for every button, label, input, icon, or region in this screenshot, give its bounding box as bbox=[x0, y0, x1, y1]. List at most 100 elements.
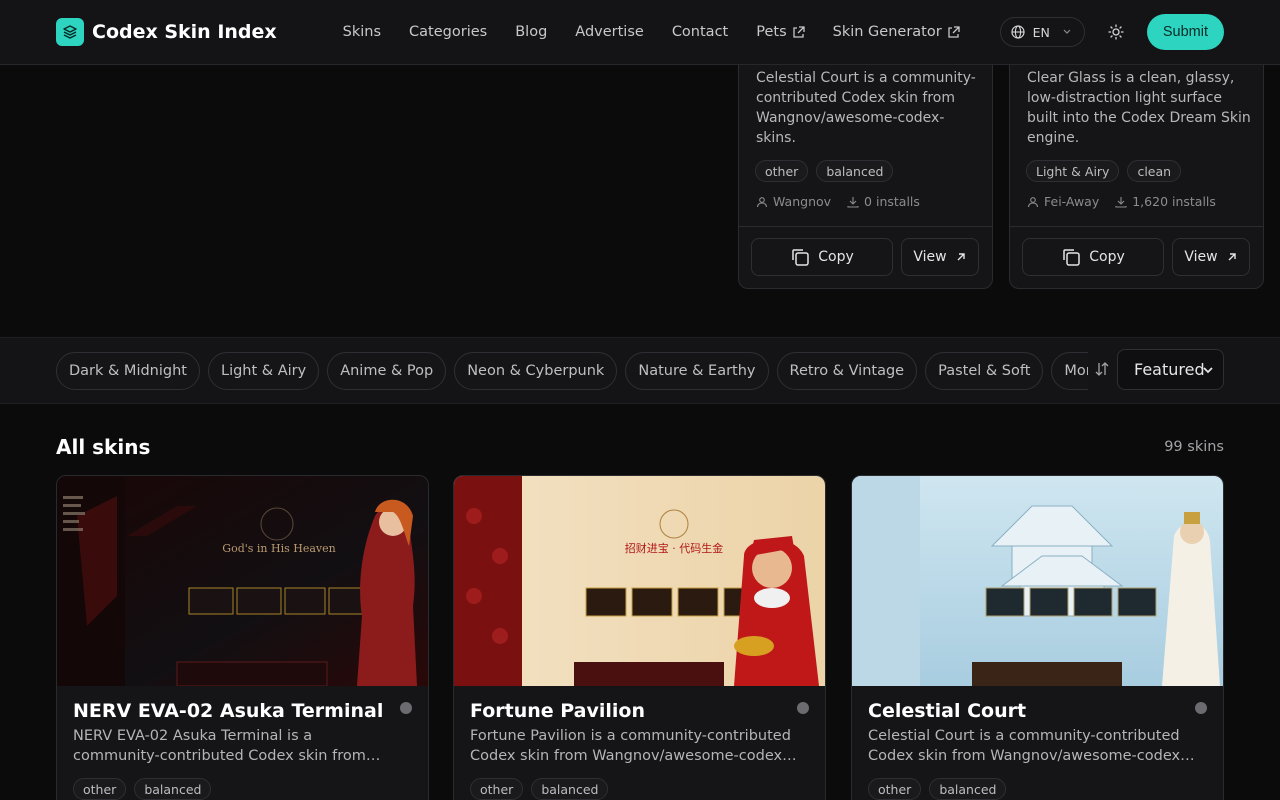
nav-label: Contact bbox=[671, 24, 729, 40]
tag-list: other balanced bbox=[73, 778, 212, 800]
filter-bar: Dark & Midnight Light & Airy Anime & Pop… bbox=[0, 337, 1280, 404]
arrow-up-right-icon bbox=[1228, 253, 1236, 261]
featured-card[interactable]: Celestial Court is a community-contribut… bbox=[738, 40, 993, 289]
view-button[interactable]: View bbox=[901, 238, 979, 276]
category-chip[interactable]: Light & Airy bbox=[207, 352, 320, 390]
category-chip[interactable]: Pastel & Soft bbox=[925, 352, 1044, 390]
tag[interactable]: balanced bbox=[929, 778, 1007, 800]
brand-logo[interactable]: Codex Skin Index bbox=[56, 18, 277, 46]
category-chip[interactable]: Neon & Cyberpunk bbox=[454, 352, 618, 390]
nav-label: Advertise bbox=[575, 24, 644, 40]
copy-icon bbox=[1063, 249, 1080, 266]
tag-list: other balanced bbox=[470, 778, 609, 800]
category-chip[interactable]: Retro & Vintage bbox=[776, 352, 918, 390]
submit-button[interactable]: Submit bbox=[1146, 14, 1224, 50]
tag[interactable]: other bbox=[470, 778, 524, 800]
sort-icon[interactable] bbox=[1094, 361, 1110, 377]
tag[interactable]: other bbox=[755, 160, 809, 182]
install-count: 0 installs bbox=[864, 194, 920, 209]
card-description: Celestial Court is a community-contribut… bbox=[756, 70, 976, 146]
tag-list: Light & Airy clean bbox=[1026, 160, 1182, 182]
skin-description: Celestial Court is a community-contribut… bbox=[868, 728, 1186, 764]
status-dot bbox=[797, 702, 809, 714]
nav-skin-generator[interactable]: Skin Generator bbox=[833, 24, 960, 40]
arrow-up-right-icon bbox=[957, 253, 965, 261]
copy-label: Copy bbox=[818, 249, 854, 265]
category-chip[interactable]: Dark & Midnight bbox=[56, 352, 200, 390]
copy-button[interactable]: Copy bbox=[1022, 238, 1164, 276]
category-chip[interactable]: Mono & Minimal bbox=[1051, 352, 1088, 390]
tag[interactable]: clean bbox=[1127, 160, 1182, 182]
card-meta: Fei-Away 1,620 installs bbox=[1027, 194, 1216, 209]
sort-value: Featured bbox=[1134, 360, 1205, 379]
nav-label: Skins bbox=[342, 24, 382, 40]
tag-list: other balanced bbox=[755, 160, 894, 182]
skin-title[interactable]: Celestial Court bbox=[868, 700, 1026, 722]
main-nav: Skins Categories Blog Advertise Contact … bbox=[343, 24, 960, 40]
site-header: Codex Skin Index Skins Categories Blog A… bbox=[0, 0, 1280, 65]
brand-name: Codex Skin Index bbox=[92, 21, 277, 43]
status-dot bbox=[400, 702, 412, 714]
copy-label: Copy bbox=[1089, 249, 1125, 265]
tag-list: other balanced bbox=[868, 778, 1007, 800]
author: Fei-Away bbox=[1044, 194, 1100, 209]
copy-icon bbox=[792, 249, 809, 266]
category-chips: Dark & Midnight Light & Airy Anime & Pop… bbox=[56, 352, 1088, 392]
view-button[interactable]: View bbox=[1172, 238, 1250, 276]
external-link-icon bbox=[792, 25, 805, 38]
language-select[interactable]: EN bbox=[999, 17, 1085, 47]
sort-select[interactable]: Featured bbox=[1117, 349, 1224, 390]
nav-blog[interactable]: Blog bbox=[515, 24, 547, 40]
tag[interactable]: Light & Airy bbox=[1026, 160, 1120, 182]
nav-label: Categories bbox=[409, 24, 488, 40]
view-label: View bbox=[1184, 249, 1218, 265]
skin-card[interactable]: God's in His Heaven NERV EVA-02 Asuka Te… bbox=[56, 475, 429, 800]
tag[interactable]: balanced bbox=[531, 778, 609, 800]
chevron-down-icon bbox=[1063, 29, 1071, 34]
nav-categories[interactable]: Categories bbox=[409, 24, 487, 40]
skin-preview-image: 招财进宝 · 代码生金 bbox=[454, 476, 825, 686]
nav-skins[interactable]: Skins bbox=[343, 24, 381, 40]
tag[interactable]: other bbox=[868, 778, 922, 800]
user-icon bbox=[1027, 196, 1039, 207]
view-label: View bbox=[913, 249, 947, 265]
skin-description: NERV EVA-02 Asuka Terminal is a communit… bbox=[73, 728, 366, 764]
tag[interactable]: balanced bbox=[134, 778, 212, 800]
skin-preview-image: God's in His Heaven bbox=[57, 476, 428, 686]
nav-contact[interactable]: Contact bbox=[672, 24, 728, 40]
featured-card[interactable]: Clear Glass is a clean, glassy, low-dist… bbox=[1009, 40, 1264, 289]
card-description: Clear Glass is a clean, glassy, low-dist… bbox=[1027, 70, 1251, 146]
skin-preview-image bbox=[852, 476, 1223, 686]
sun-icon bbox=[1108, 24, 1124, 40]
skin-count: 99 skins bbox=[1164, 439, 1224, 455]
divider bbox=[1010, 226, 1263, 227]
nav-pets[interactable]: Pets bbox=[756, 24, 805, 40]
preview-heading: God's in His Heaven bbox=[222, 542, 335, 555]
copy-button[interactable]: Copy bbox=[751, 238, 893, 276]
globe-icon bbox=[1011, 25, 1025, 39]
install-count: 1,620 installs bbox=[1132, 194, 1216, 209]
nav-label: Blog bbox=[515, 24, 548, 40]
author: Wangnov bbox=[773, 194, 832, 209]
skin-title[interactable]: Fortune Pavilion bbox=[470, 700, 645, 722]
divider bbox=[739, 226, 992, 227]
preview-heading: 招财进宝 · 代码生金 bbox=[625, 541, 724, 555]
section-title: All skins bbox=[56, 435, 151, 459]
chevron-down-icon bbox=[1203, 367, 1213, 374]
category-chip[interactable]: Anime & Pop bbox=[327, 352, 447, 390]
card-meta: Wangnov 0 installs bbox=[756, 194, 920, 209]
skin-description: Fortune Pavilion is a community-contribu… bbox=[470, 728, 791, 764]
download-icon bbox=[847, 196, 859, 208]
nav-label: Pets bbox=[756, 24, 787, 40]
layers-icon bbox=[56, 18, 84, 46]
theme-toggle[interactable] bbox=[1101, 17, 1131, 47]
tag[interactable]: other bbox=[73, 778, 127, 800]
skin-title[interactable]: NERV EVA-02 Asuka Terminal bbox=[73, 700, 383, 722]
skin-card[interactable]: 招财进宝 · 代码生金 Fortune Pavilion Fortune Pav… bbox=[453, 475, 826, 800]
user-icon bbox=[756, 196, 768, 207]
skin-card[interactable]: Celestial Court Celestial Court is a com… bbox=[851, 475, 1224, 800]
nav-advertise[interactable]: Advertise bbox=[575, 24, 644, 40]
tag[interactable]: balanced bbox=[816, 160, 894, 182]
category-chip[interactable]: Nature & Earthy bbox=[625, 352, 769, 390]
external-link-icon bbox=[948, 25, 960, 38]
